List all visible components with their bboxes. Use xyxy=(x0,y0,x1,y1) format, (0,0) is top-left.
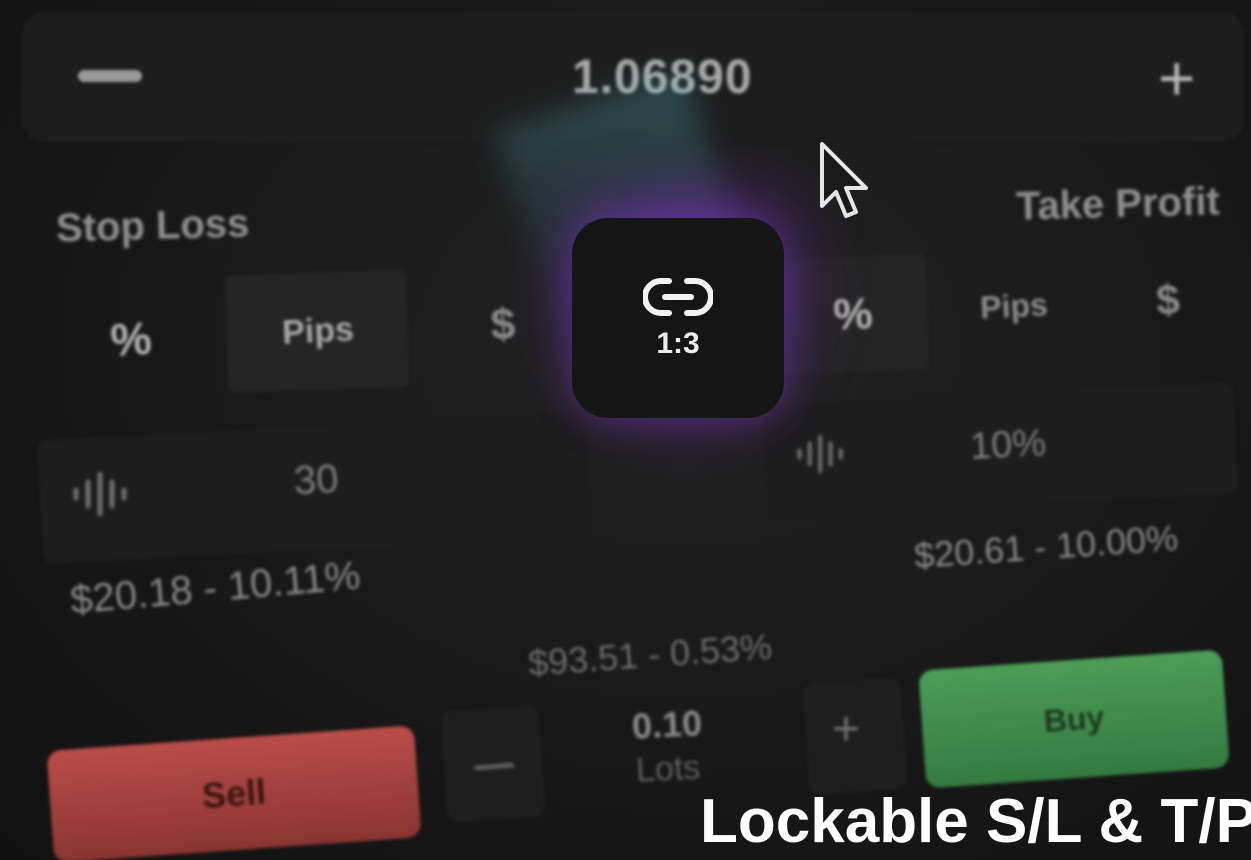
sell-button[interactable]: Sell xyxy=(46,725,422,860)
plus-icon: + xyxy=(832,703,861,756)
waveform-icon xyxy=(73,472,127,516)
take-profit-mode-pips[interactable]: Pips xyxy=(971,286,1057,327)
sell-label: Sell xyxy=(200,770,268,817)
take-profit-summary: $20.61 - 10.00% xyxy=(912,516,1180,577)
take-profit-title: Take Profit xyxy=(1015,179,1221,229)
trading-panel: + 1.06890 Stop Loss % Pips $ 30 $20.18 -… xyxy=(0,0,1251,860)
lot-value[interactable]: 0.10 xyxy=(631,702,703,748)
stop-loss-mode-pips[interactable]: Pips xyxy=(259,309,377,354)
cursor-icon xyxy=(820,142,868,218)
stop-loss-title: Stop Loss xyxy=(55,201,250,251)
take-profit-mode-dollar[interactable]: $ xyxy=(1145,275,1191,325)
stop-loss-mode-percent[interactable]: % xyxy=(94,310,168,369)
plus-icon[interactable]: + xyxy=(1158,46,1195,110)
risk-reward-ratio: 1:3 xyxy=(656,327,700,360)
sl-tp-link-toggle[interactable]: 1:3 xyxy=(572,218,784,418)
feature-caption: Lockable S/L & T/P xyxy=(700,787,1251,856)
link-icon xyxy=(643,278,713,316)
buy-label: Buy xyxy=(1042,698,1106,739)
take-profit-value[interactable]: 10% xyxy=(969,422,1047,469)
buy-button[interactable]: Buy xyxy=(918,649,1230,789)
margin-summary: $93.51 - 0.53% xyxy=(526,625,774,684)
minus-icon[interactable] xyxy=(78,70,142,82)
stop-loss-summary: $20.18 - 10.11% xyxy=(68,553,362,623)
stop-loss-value[interactable]: 30 xyxy=(293,457,340,504)
lot-unit: Lots xyxy=(635,748,702,790)
